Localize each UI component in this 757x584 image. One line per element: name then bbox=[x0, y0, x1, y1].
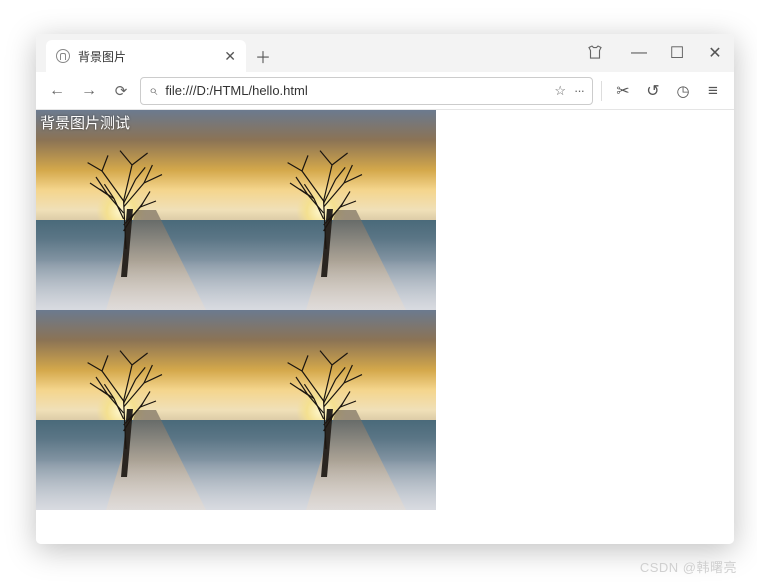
bg-tile bbox=[36, 310, 236, 510]
forward-button[interactable]: → bbox=[76, 78, 102, 104]
shirt-icon[interactable] bbox=[586, 44, 604, 60]
bookmark-star-icon[interactable]: ☆ bbox=[554, 83, 566, 99]
globe-icon bbox=[56, 49, 70, 63]
browser-tab[interactable]: 背景图片 ✕ bbox=[46, 40, 246, 72]
url-bar[interactable]: ⌕ file:///D:/HTML/hello.html ☆ ··· bbox=[140, 77, 593, 105]
more-icon[interactable]: ··· bbox=[574, 83, 584, 98]
cut-icon[interactable]: ✂ bbox=[610, 78, 636, 104]
undo-icon[interactable]: ↺ bbox=[640, 78, 666, 104]
bg-tile bbox=[36, 110, 236, 310]
reload-button[interactable]: ⟳ bbox=[108, 78, 134, 104]
url-text: file:///D:/HTML/hello.html bbox=[165, 83, 307, 98]
maximize-button[interactable]: ☐ bbox=[658, 34, 696, 72]
bg-tile bbox=[236, 110, 436, 310]
bg-tile bbox=[236, 310, 436, 510]
close-window-button[interactable]: ✕ bbox=[696, 34, 734, 72]
titlebar: 背景图片 ✕ ＋ — ☐ ✕ bbox=[36, 34, 734, 72]
back-button[interactable]: ← bbox=[44, 78, 70, 104]
page-content: 背景图片测试 bbox=[36, 110, 734, 544]
background-image-container: 背景图片测试 bbox=[36, 110, 436, 510]
tab-title: 背景图片 bbox=[78, 48, 126, 65]
separator bbox=[601, 81, 602, 101]
search-icon: ⌕ bbox=[149, 82, 157, 99]
toolbar: ← → ⟳ ⌕ file:///D:/HTML/hello.html ☆ ···… bbox=[36, 72, 734, 110]
new-tab-button[interactable]: ＋ bbox=[250, 43, 276, 69]
clock-icon[interactable]: ◷ bbox=[670, 78, 696, 104]
overlay-text: 背景图片测试 bbox=[40, 112, 130, 133]
tab-close-icon[interactable]: ✕ bbox=[224, 48, 236, 65]
minimize-button[interactable]: — bbox=[620, 34, 658, 72]
menu-icon[interactable]: ≡ bbox=[700, 78, 726, 104]
watermark: CSDN @韩曙亮 bbox=[640, 557, 737, 576]
